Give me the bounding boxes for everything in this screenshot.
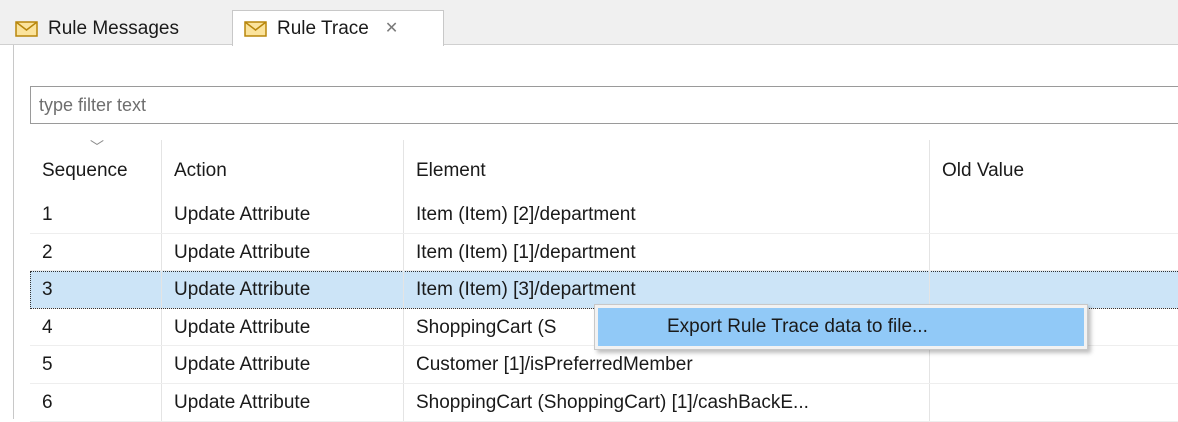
- cell-old-value: [930, 384, 1178, 421]
- cell-element: Customer [1]/isPreferredMember: [404, 346, 930, 383]
- cell-old-value: [930, 234, 1178, 271]
- chevron-down-icon: ﹀: [90, 139, 104, 155]
- column-header-old-value[interactable]: Old Value: [930, 140, 1178, 196]
- column-label: Old Value: [942, 160, 1025, 181]
- cell-old-value: [930, 271, 1178, 308]
- cell-element: Item (Item) [2]/department: [404, 196, 930, 233]
- rule-trace-table: ﹀ Sequence Action Element Old Value 1 Up…: [30, 140, 1178, 422]
- table-row[interactable]: 5 Update Attribute Customer [1]/isPrefer…: [30, 346, 1178, 384]
- column-header-action[interactable]: Action: [162, 140, 404, 196]
- cell-action: Update Attribute: [162, 233, 404, 271]
- column-header-element[interactable]: Element: [404, 140, 930, 196]
- cell-action: Update Attribute: [162, 196, 404, 233]
- cell-old-value: [930, 196, 1178, 233]
- cell-sequence: 2: [30, 233, 162, 271]
- tab-label: Rule Messages: [48, 18, 179, 39]
- tab-label: Rule Trace: [277, 17, 369, 39]
- context-menu: Export Rule Trace data to file...: [594, 304, 1088, 350]
- column-label: Action: [174, 160, 227, 181]
- table-row[interactable]: 1 Update Attribute Item (Item) [2]/depar…: [30, 196, 1178, 234]
- cell-element: ShoppingCart (ShoppingCart) [1]/cashBack…: [404, 383, 930, 421]
- cell-old-value: [930, 346, 1178, 383]
- column-label: Element: [416, 160, 486, 181]
- filter-input[interactable]: [30, 86, 1178, 124]
- cell-sequence: 6: [30, 383, 162, 421]
- tab-rule-messages[interactable]: Rule Messages: [14, 12, 227, 46]
- cell-action: Update Attribute: [162, 308, 404, 346]
- table-header: ﹀ Sequence Action Element Old Value: [30, 140, 1178, 196]
- cell-element: Item (Item) [3]/department: [404, 271, 930, 308]
- cell-action: Update Attribute: [162, 271, 404, 308]
- cell-element: Item (Item) [1]/department: [404, 233, 930, 271]
- view-left-border: [13, 45, 14, 419]
- cell-sequence: 5: [30, 346, 162, 383]
- cell-sequence: 1: [30, 196, 162, 233]
- view-tab-bar: Rule Messages Rule Trace ✕: [0, 0, 1178, 46]
- envelope-icon: [243, 19, 269, 39]
- table-row[interactable]: 6 Update Attribute ShoppingCart (Shoppin…: [30, 383, 1178, 422]
- envelope-icon: [14, 19, 40, 39]
- cell-action: Update Attribute: [162, 346, 404, 383]
- tab-rule-trace[interactable]: Rule Trace ✕: [232, 10, 444, 46]
- column-label: Sequence: [42, 160, 128, 181]
- cell-sequence: 4: [30, 308, 162, 346]
- close-icon[interactable]: ✕: [385, 20, 398, 37]
- column-header-sequence[interactable]: ﹀ Sequence: [30, 140, 162, 196]
- cell-sequence: 3: [30, 271, 162, 308]
- cell-action: Update Attribute: [162, 383, 404, 421]
- menu-item-export-rule-trace[interactable]: Export Rule Trace data to file...: [598, 308, 1084, 346]
- table-row[interactable]: 2 Update Attribute Item (Item) [1]/depar…: [30, 233, 1178, 272]
